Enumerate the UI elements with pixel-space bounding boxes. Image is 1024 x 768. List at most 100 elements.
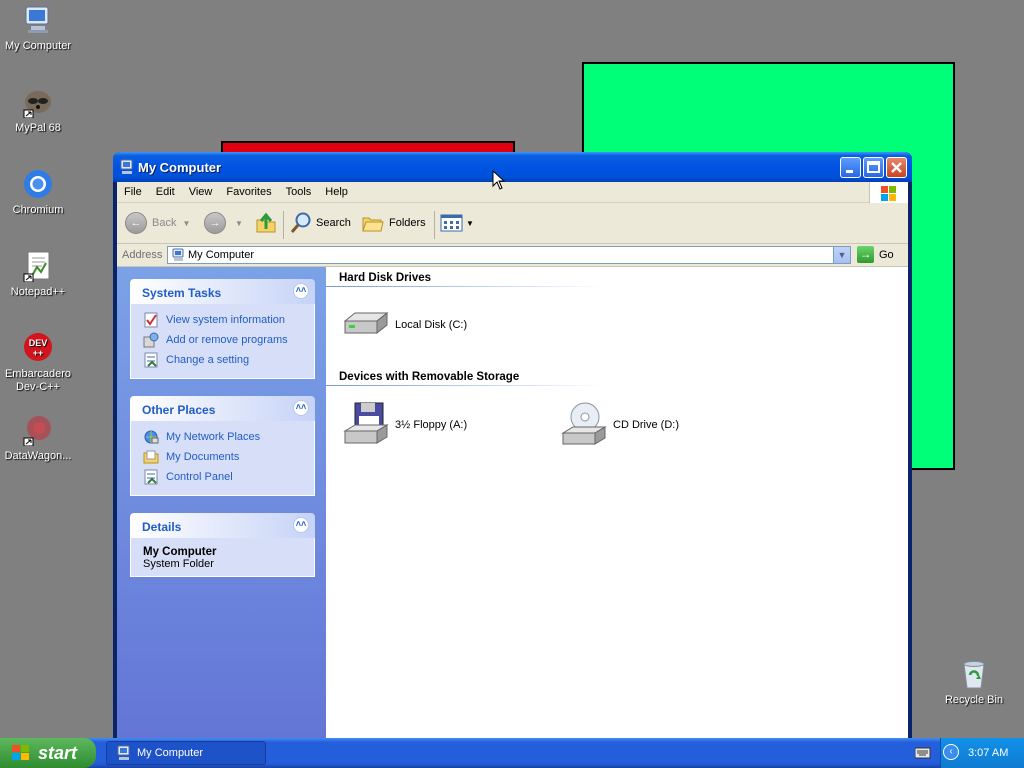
window-client: File Edit View Favorites Tools Help ← Back ▼ … <box>117 182 908 740</box>
address-field[interactable]: My Computer ▼ <box>167 246 851 264</box>
items-pane: Hard Disk Drives Local Disk (C:) Devices… <box>326 267 908 740</box>
menu-file[interactable]: File <box>117 182 149 198</box>
group-divider <box>326 385 606 386</box>
address-bar: Address My Computer ▼ → Go <box>117 244 908 267</box>
other-places-header[interactable]: Other Places ˄˄ <box>130 396 315 421</box>
place-my-network-places[interactable]: My Network Places <box>131 429 314 449</box>
taskbar-item-my-computer[interactable]: My Computer <box>106 741 266 765</box>
other-places-panel: Other Places ˄˄ My Network Places My Doc… <box>130 396 315 496</box>
datawagon-icon <box>22 414 54 447</box>
place-label: My Documents <box>166 451 240 463</box>
system-tray: ‹ 3:07 AM <box>940 738 1024 768</box>
folders-icon <box>362 217 384 232</box>
address-value: My Computer <box>188 249 255 261</box>
back-dropdown-icon: ▼ <box>182 218 191 228</box>
hard-disk-icon <box>343 311 389 335</box>
search-button[interactable]: Search <box>289 209 351 237</box>
forward-button[interactable]: → ▼ <box>204 209 243 237</box>
desktop-icon-notepadpp[interactable]: Notepad++ <box>0 250 76 299</box>
desktop-icon-devcpp[interactable]: DEV ++ Embarcadero Dev-C++ <box>0 332 76 394</box>
keyboard-icon[interactable] <box>914 747 931 762</box>
clock[interactable]: 3:07 AM <box>968 747 1008 759</box>
svg-text:DEV: DEV <box>29 338 48 348</box>
network-places-icon <box>144 430 159 444</box>
content-area: System Tasks ˄˄ View system information … <box>117 267 908 740</box>
details-title: Details <box>142 520 182 534</box>
desktop-icon-label-line2: Dev-C++ <box>15 381 61 393</box>
up-folder-button[interactable] <box>254 209 278 237</box>
taskbar-computer-icon <box>117 745 130 760</box>
back-label: Back <box>152 217 177 229</box>
menu-view[interactable]: View <box>182 182 220 198</box>
task-view-system-information[interactable]: View system information <box>131 312 314 332</box>
forward-arrow-icon: → <box>204 212 226 234</box>
desktop-icon-recycle-bin[interactable]: Recycle Bin <box>936 658 1012 707</box>
drive-label: CD Drive (D:) <box>613 419 679 431</box>
menu-tools[interactable]: Tools <box>279 182 319 198</box>
details-header[interactable]: Details ˄˄ <box>130 513 315 538</box>
place-control-panel[interactable]: Control Panel <box>131 469 314 489</box>
title-bar[interactable]: My Computer <box>113 152 912 182</box>
drive-floppy-a[interactable]: 3½ Floppy (A:) <box>341 401 467 449</box>
views-dropdown-icon: ▼ <box>466 218 474 228</box>
go-arrow-icon: → <box>857 246 874 263</box>
close-button[interactable] <box>886 157 907 178</box>
desktop-icon-datawagon[interactable]: DataWagon... <box>0 414 76 463</box>
taskbar: start My Computer ‹ 3:07 AM <box>0 738 1024 768</box>
desktop-icon-label: Recycle Bin <box>944 694 1004 706</box>
desktop-icon-my-computer[interactable]: My Computer <box>0 4 76 53</box>
address-label: Address <box>122 249 163 261</box>
collapse-chevron-icon[interactable]: ˄˄ <box>293 400 309 416</box>
start-button[interactable]: start <box>0 738 96 768</box>
task-change-a-setting[interactable]: Change a setting <box>131 352 314 372</box>
views-button[interactable]: ▼ <box>440 209 474 237</box>
collapse-chevron-icon[interactable]: ˄˄ <box>293 517 309 533</box>
my-computer-icon <box>22 4 54 36</box>
collapse-chevron-icon[interactable]: ˄˄ <box>293 283 309 299</box>
desktop-icon-chromium[interactable]: Chromium <box>0 168 76 217</box>
folders-button[interactable]: Folders <box>361 209 426 237</box>
my-computer-window: My Computer File Edit View Favorites Tools He… <box>113 152 912 740</box>
address-dropdown-icon[interactable]: ▼ <box>833 247 850 263</box>
back-button[interactable]: ← Back ▼ <box>125 209 190 237</box>
desktop-icon-label: Chromium <box>12 204 64 216</box>
desktop-icon-label: Notepad++ <box>10 286 66 298</box>
task-add-remove-programs[interactable]: Add or remove programs <box>131 332 314 352</box>
search-icon <box>290 212 311 233</box>
place-label: My Network Places <box>166 431 261 443</box>
system-information-icon <box>144 312 158 328</box>
my-documents-icon <box>143 450 159 464</box>
control-panel-icon <box>144 469 158 485</box>
desktop-icon-mypal[interactable]: MyPal 68 <box>0 86 76 135</box>
tray-expand-icon[interactable]: ‹ <box>943 744 959 760</box>
minimize-button[interactable] <box>840 157 861 178</box>
system-tasks-header[interactable]: System Tasks ˄˄ <box>130 279 315 304</box>
group-header-hard-disk-drives: Hard Disk Drives <box>339 272 432 284</box>
window-my-computer-icon <box>120 159 134 178</box>
go-button[interactable]: → Go <box>857 246 894 263</box>
menu-favorites[interactable]: Favorites <box>219 182 278 198</box>
mouse-cursor-icon <box>492 170 506 190</box>
drive-local-disk-c[interactable]: Local Disk (C:) <box>341 309 467 341</box>
details-name: My Computer <box>143 546 217 558</box>
task-pane: System Tasks ˄˄ View system information … <box>117 267 326 740</box>
windows-flag-icon <box>12 745 29 760</box>
group-header-removable-storage: Devices with Removable Storage <box>339 371 520 383</box>
address-computer-icon <box>172 248 185 265</box>
search-label: Search <box>316 217 351 229</box>
forward-dropdown-icon: ▼ <box>235 218 243 228</box>
drive-cd-d[interactable]: CD Drive (D:) <box>559 401 679 449</box>
place-label: Control Panel <box>166 471 233 483</box>
up-folder-icon <box>256 212 276 233</box>
recycle-bin-icon <box>958 658 990 690</box>
menu-edit[interactable]: Edit <box>149 182 182 198</box>
system-tasks-title: System Tasks <box>142 286 222 300</box>
group-divider <box>326 286 606 287</box>
menu-help[interactable]: Help <box>318 182 355 198</box>
cd-drive-icon <box>561 402 607 445</box>
drive-label: Local Disk (C:) <box>395 319 468 331</box>
place-my-documents[interactable]: My Documents <box>131 449 314 469</box>
menu-bar: File Edit View Favorites Tools Help <box>117 182 908 206</box>
maximize-button[interactable] <box>863 157 884 178</box>
start-label: start <box>38 742 78 763</box>
